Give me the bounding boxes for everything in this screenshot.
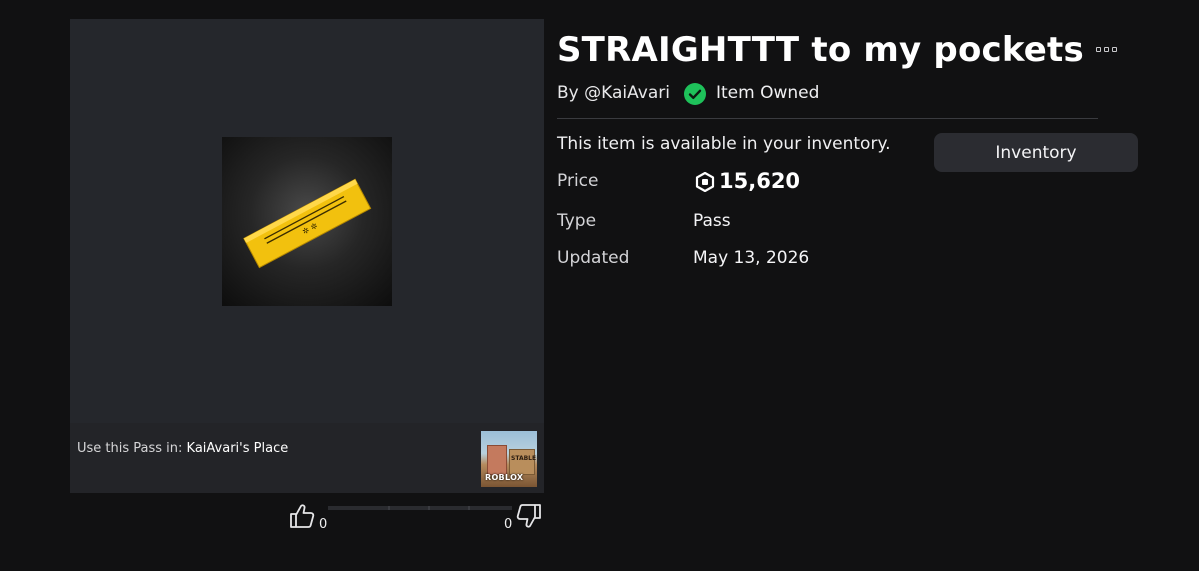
creator-link[interactable]: @KaiAvari (584, 83, 670, 103)
game-link[interactable]: KaiAvari's Place (187, 441, 289, 456)
price-value: 15,620 (719, 169, 801, 193)
creator-byline: By @KaiAvari (557, 83, 670, 103)
item-owned-label: Item Owned (716, 83, 820, 103)
updated-value: May 13, 2026 (693, 248, 810, 268)
item-title: STRAIGHTTT to my pockets (557, 30, 1084, 70)
type-label: Type (557, 211, 597, 231)
upvote-count: 0 (319, 517, 328, 532)
type-value: Pass (693, 211, 731, 231)
game-link-prefix: Use this Pass in: (77, 441, 187, 456)
downvote-count: 0 (504, 517, 513, 532)
thumb-down-icon[interactable] (515, 502, 543, 530)
game-link-text: Use this Pass in: KaiAvari's Place (77, 441, 288, 456)
game-thumb-stable (509, 449, 535, 475)
more-options-icon[interactable] (1094, 40, 1120, 60)
thumb-up-icon[interactable] (288, 502, 316, 530)
game-link-bar: Use this Pass in: KaiAvari's Place STABL… (70, 423, 544, 493)
vote-section: 0 0 (288, 502, 544, 534)
vote-ratio-bar (328, 506, 512, 510)
game-thumb-building (487, 445, 507, 475)
updated-label: Updated (557, 248, 630, 268)
game-thumb-sign: STABLE (511, 455, 537, 462)
availability-text: This item is available in your inventory… (557, 134, 891, 154)
item-details-page: ✲ ✲ Use this Pass in: KaiAvari's Place S… (0, 0, 1199, 571)
robux-icon (695, 172, 715, 192)
pass-ticket-icon: ✲ ✲ (243, 178, 372, 269)
check-circle-icon (684, 83, 706, 105)
divider (557, 118, 1098, 119)
game-thumbnail[interactable]: STABLE ROBLOX (481, 431, 537, 487)
by-prefix: By (557, 83, 585, 103)
pass-image: ✲ ✲ (222, 137, 392, 306)
item-thumbnail-panel: ✲ ✲ Use this Pass in: KaiAvari's Place S… (70, 19, 544, 493)
roblox-logo: ROBLOX (485, 473, 524, 482)
inventory-button[interactable]: Inventory (934, 133, 1138, 172)
price-label: Price (557, 171, 599, 191)
